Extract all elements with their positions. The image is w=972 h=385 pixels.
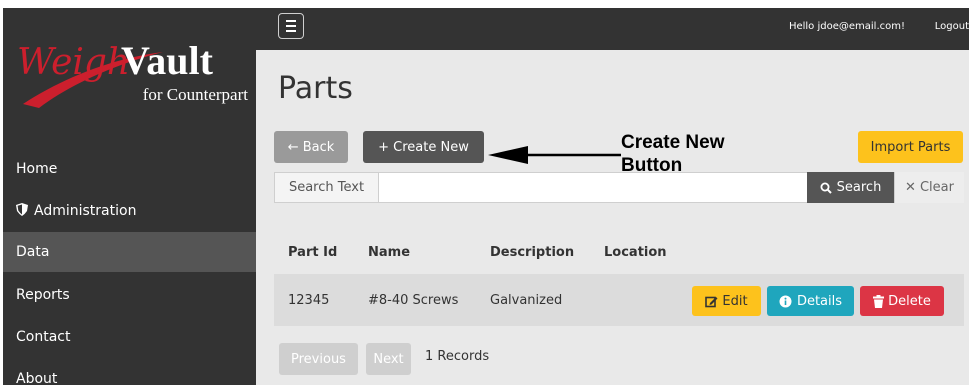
search-label: Search Text — [275, 173, 379, 202]
sidebar-item-label: Contact — [16, 329, 71, 345]
sidebar-item-reports[interactable]: Reports — [3, 275, 256, 315]
cell-description: Galvanized — [490, 293, 563, 308]
records-count: 1 Records — [425, 349, 490, 364]
search-input[interactable] — [379, 173, 807, 202]
sidebar-item-label: Reports — [16, 287, 70, 303]
annotation-arrow-icon — [488, 146, 621, 164]
sidebar-item-home[interactable]: Home — [3, 149, 256, 189]
logout-link[interactable]: Logout — [935, 21, 969, 32]
hamburger-icon — [286, 25, 296, 27]
create-new-button[interactable]: + Create New — [363, 131, 484, 163]
edit-icon — [705, 296, 718, 307]
column-header[interactable]: Part Id — [288, 245, 337, 260]
clear-button[interactable]: ✕ Clear — [894, 172, 964, 203]
previous-page-button[interactable]: Previous — [279, 343, 358, 375]
sidebar-item-label: About — [16, 371, 58, 385]
delete-button[interactable]: Delete — [860, 286, 944, 316]
search-button-label: Search — [836, 180, 882, 195]
hamburger-icon — [286, 30, 296, 32]
edit-label: Edit — [722, 293, 748, 309]
column-header[interactable]: Name — [368, 245, 410, 260]
table-row: 12345 #8-40 Screws Galvanized Edit Detai… — [274, 274, 964, 326]
edit-button[interactable]: Edit — [692, 286, 761, 316]
next-page-button[interactable]: Next — [366, 343, 411, 375]
search-group: Search Text Search ✕ Clear — [274, 172, 964, 203]
page-title: Parts — [278, 71, 353, 106]
details-button[interactable]: Details — [767, 286, 854, 316]
sidebar-item-label: Administration — [34, 203, 137, 219]
annotation-label: Create New Button — [621, 131, 761, 177]
annotation-line: Create New — [621, 132, 725, 153]
search-button[interactable]: Search — [807, 172, 894, 203]
weighvault-logo[interactable]: Weigh Vault for Counterpart — [3, 8, 256, 130]
sidebar-item-label: Home — [16, 161, 58, 177]
column-header[interactable]: Description — [490, 245, 574, 260]
search-icon — [820, 182, 832, 194]
top-navbar: Hello jdoe@email.com! Logout — [256, 8, 969, 50]
table-header-row: Part Id Name Description Location — [274, 237, 964, 271]
logo-brand-b: Vault — [121, 38, 214, 83]
clear-button-label: Clear — [919, 180, 954, 195]
details-label: Details — [796, 293, 843, 309]
screenshot-frame: Weigh Vault for Counterpart Home Adminis… — [0, 0, 972, 385]
import-parts-button[interactable]: Import Parts — [858, 131, 963, 163]
hamburger-menu-button[interactable] — [278, 13, 304, 39]
user-greeting[interactable]: Hello jdoe@email.com! — [789, 21, 905, 32]
info-icon — [779, 295, 792, 307]
sidebar: Weigh Vault for Counterpart Home Adminis… — [3, 8, 256, 385]
logo-brand-a: Weigh — [17, 42, 130, 83]
cell-part-id: 12345 — [288, 293, 330, 308]
close-icon: ✕ — [905, 180, 916, 195]
sidebar-item-data[interactable]: Data — [3, 232, 256, 272]
delete-label: Delete — [888, 293, 931, 309]
logo-tagline: for Counterpart — [143, 85, 249, 104]
sidebar-item-about[interactable]: About — [3, 359, 256, 385]
sidebar-item-contact[interactable]: Contact — [3, 317, 256, 357]
shield-icon — [16, 202, 34, 220]
hamburger-icon — [286, 20, 296, 22]
column-header[interactable]: Location — [604, 245, 667, 260]
cell-name: #8-40 Screws — [368, 293, 459, 308]
back-button[interactable]: ← Back — [274, 131, 348, 163]
sidebar-item-label: Data — [16, 244, 50, 260]
sidebar-item-administration[interactable]: Administration — [3, 191, 256, 231]
trash-icon — [873, 294, 885, 308]
